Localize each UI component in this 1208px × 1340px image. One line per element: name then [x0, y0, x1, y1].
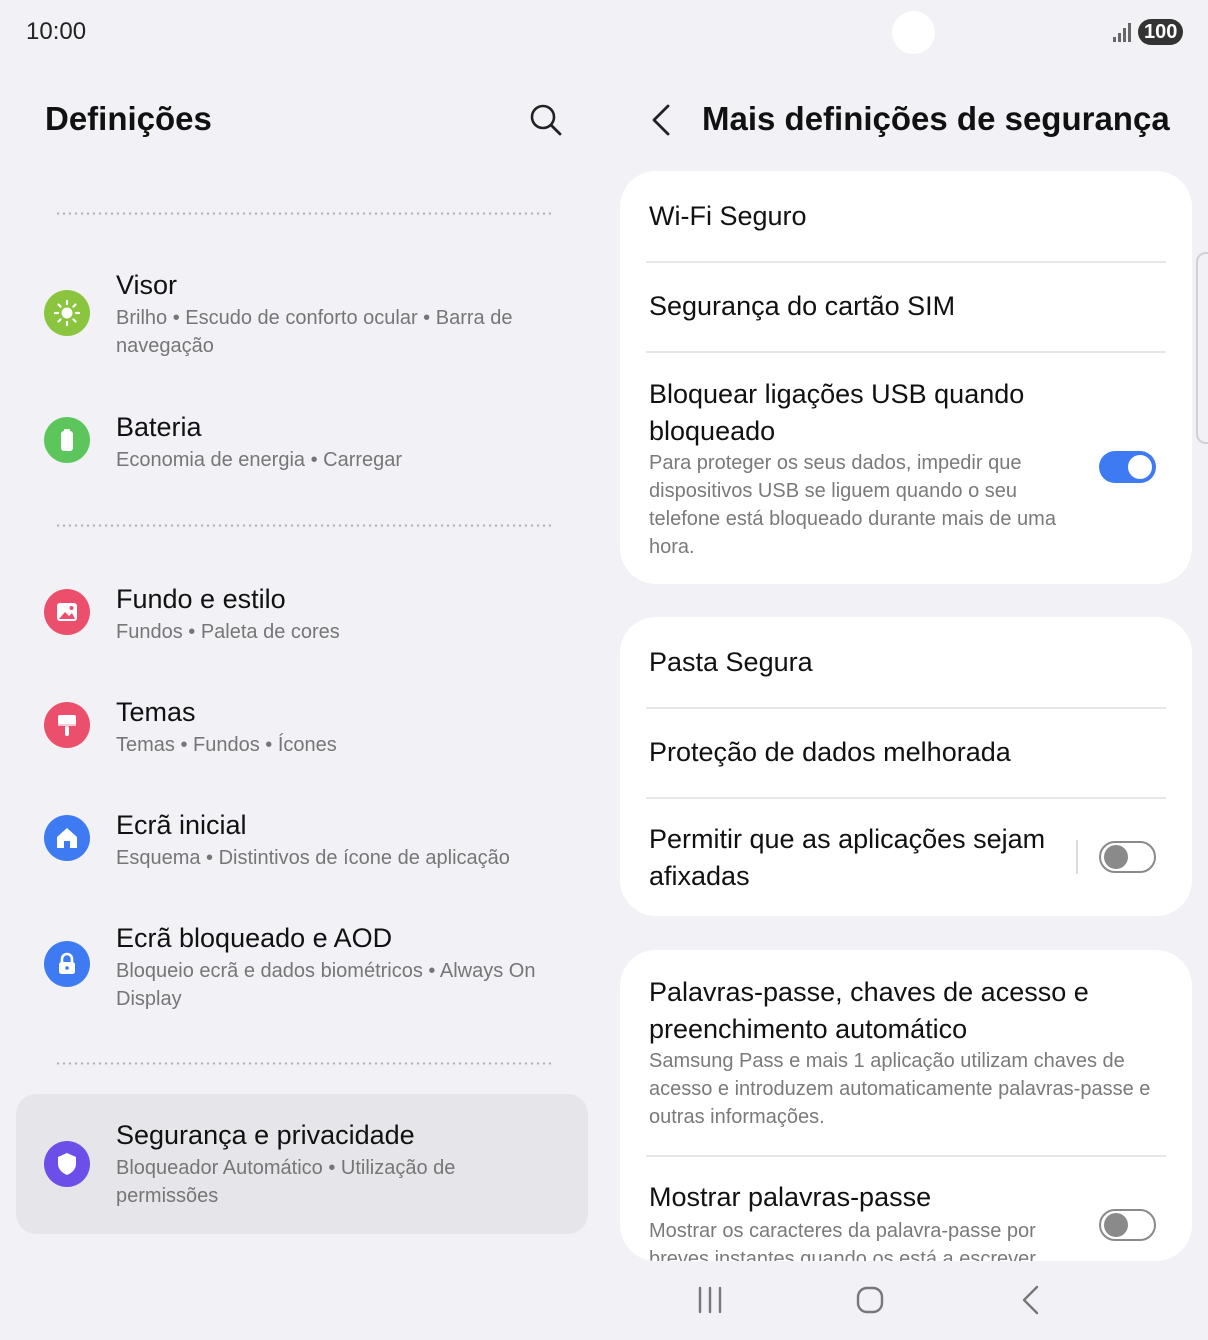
menu-item-title: Fundo e estilo	[116, 584, 286, 614]
menu-item-subtitle: Bloqueio ecrã e dados biométricos • Alwa…	[116, 960, 536, 1010]
menu-item-subtitle: Brilho • Escudo de conforto ocular • Bar…	[116, 307, 513, 357]
menu-item-subtitle: Fundos • Paleta de cores	[116, 621, 340, 643]
row-title: Pasta Segura	[649, 647, 813, 677]
status-bar: 10:00 100	[0, 0, 1208, 64]
home-icon	[44, 815, 90, 861]
menu-item-title: Ecrã inicial	[116, 810, 247, 840]
menu-item-title: Bateria	[116, 412, 202, 442]
menu-item-subtitle: Economia de energia • Carregar	[116, 449, 403, 471]
settings-card-3: Palavras-passe, chaves de acesso e preen…	[620, 950, 1192, 1261]
shield-icon	[44, 1141, 90, 1187]
back-arrow-icon[interactable]	[644, 100, 680, 140]
menu-item-ecra-bloqueado[interactable]: Ecrã bloqueado e AOD Bloqueio ecrã e dad…	[16, 915, 588, 1019]
row-title: Permitir que as aplicações sejam afixada…	[649, 824, 1046, 891]
detail-title: Mais definições de segurança	[702, 100, 1170, 137]
menu-item-visor[interactable]: Visor Brilho • Escudo de conforto ocular…	[16, 262, 588, 366]
menu-item-seguranca-privacidade[interactable]: Segurança e privacidade Bloqueador Autom…	[16, 1094, 588, 1234]
row-subtitle: Samsung Pass e mais 1 aplicação utilizam…	[649, 1050, 1151, 1128]
search-icon[interactable]	[526, 100, 566, 140]
show-password-toggle[interactable]	[1099, 1209, 1156, 1241]
group-divider	[55, 212, 553, 215]
battery-indicator: 100	[1138, 19, 1184, 45]
menu-item-bateria[interactable]: Bateria Economia de energia • Carregar	[16, 404, 588, 480]
row-title: Bloquear ligações USB quando bloqueado	[649, 379, 1025, 446]
row-seguranca-sim[interactable]: Segurança do cartão SIM	[620, 263, 1192, 351]
menu-item-subtitle: Temas • Fundos • Ícones	[116, 734, 337, 756]
menu-item-fundo-estilo[interactable]: Fundo e estilo Fundos • Paleta de cores	[16, 576, 588, 652]
row-title: Mostrar palavras-passe	[649, 1182, 932, 1212]
row-palavras-passe[interactable]: Palavras-passe, chaves de acesso e preen…	[620, 950, 1192, 1155]
paintbrush-icon	[44, 702, 90, 748]
group-divider	[55, 1062, 553, 1065]
row-afixar-aplicacoes[interactable]: Permitir que as aplicações sejam afixada…	[620, 799, 1192, 916]
camera-cutout	[892, 11, 935, 54]
vertical-separator	[1076, 840, 1078, 874]
group-divider	[55, 524, 553, 527]
back-nav-icon[interactable]	[1010, 1280, 1050, 1320]
row-protecao-dados[interactable]: Proteção de dados melhorada	[620, 709, 1192, 797]
page-title: Definições	[45, 100, 212, 137]
row-title: Segurança do cartão SIM	[649, 291, 956, 321]
menu-item-title: Visor	[116, 270, 178, 300]
signal-icon	[1113, 23, 1131, 42]
row-subtitle: Para proteger os seus dados, impedir que…	[649, 452, 1056, 558]
row-bloquear-usb[interactable]: Bloquear ligações USB quando bloqueado P…	[620, 353, 1192, 584]
menu-item-temas[interactable]: Temas Temas • Fundos • Ícones	[16, 689, 588, 765]
row-wifi-seguro[interactable]: Wi-Fi Seguro	[620, 171, 1192, 261]
menu-item-ecra-inicial[interactable]: Ecrã inicial Esquema • Distintivos de íc…	[16, 802, 588, 878]
row-title: Proteção de dados melhorada	[649, 737, 1011, 767]
menu-item-title: Ecrã bloqueado e AOD	[116, 923, 393, 953]
row-subtitle: Mostrar os caracteres da palavra-passe p…	[649, 1220, 1041, 1261]
menu-item-title: Segurança e privacidade	[116, 1120, 415, 1150]
row-title: Wi-Fi Seguro	[649, 201, 807, 231]
row-title: Palavras-passe, chaves de acesso e preen…	[649, 977, 1089, 1044]
usb-toggle[interactable]	[1099, 451, 1156, 483]
row-mostrar-palavras-passe[interactable]: Mostrar palavras-passe Mostrar os caract…	[620, 1157, 1192, 1261]
row-pasta-segura[interactable]: Pasta Segura	[620, 617, 1192, 707]
image-icon	[44, 589, 90, 635]
sun-icon	[44, 290, 90, 336]
recent-apps-icon[interactable]	[690, 1280, 730, 1320]
settings-card-1: Wi-Fi Seguro Segurança do cartão SIM Blo…	[620, 171, 1192, 584]
home-nav-icon[interactable]	[850, 1280, 890, 1320]
status-time: 10:00	[26, 18, 87, 45]
pin-apps-toggle[interactable]	[1099, 841, 1156, 873]
menu-item-subtitle: Bloqueador Automático • Utilização de pe…	[116, 1157, 456, 1207]
menu-item-title: Temas	[116, 697, 196, 727]
pane-resize-handle[interactable]	[1196, 252, 1208, 444]
lock-icon	[44, 941, 90, 987]
settings-card-2: Pasta Segura Proteção de dados melhorada…	[620, 617, 1192, 916]
menu-item-subtitle: Esquema • Distintivos de ícone de aplica…	[116, 847, 510, 869]
battery-icon	[44, 417, 90, 463]
